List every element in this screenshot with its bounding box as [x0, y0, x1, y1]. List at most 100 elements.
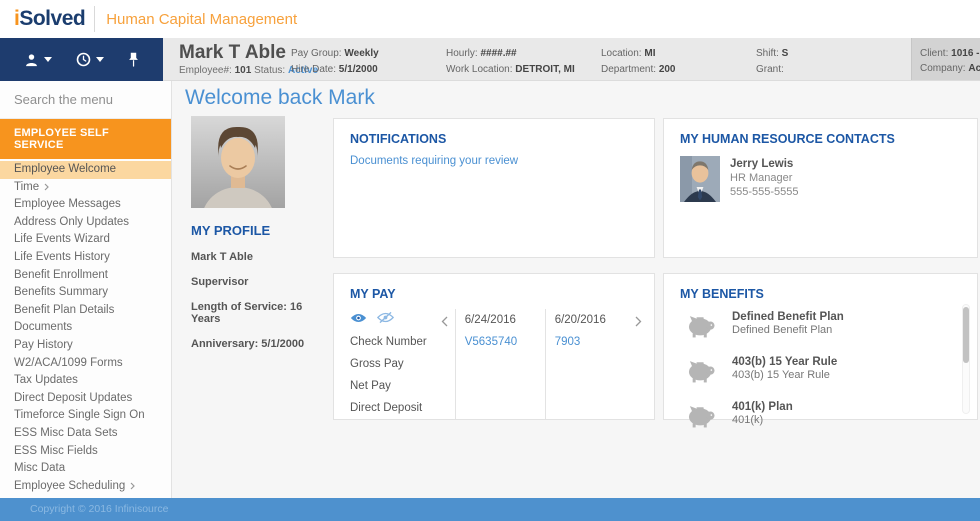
footer: Copyright © 2016 Infinisource: [0, 498, 980, 521]
client-value: 1016 - Acme16: [951, 48, 980, 59]
user-menu-button[interactable]: [24, 53, 52, 67]
benefits-scrollbar: [962, 304, 970, 414]
caret-down-icon: [96, 57, 104, 62]
pay-row-label: Check Number: [350, 331, 441, 353]
pay-row-label: Direct Deposit: [350, 397, 441, 419]
sidebar-menu: Employee Welcome Time Employee Messages …: [0, 159, 171, 495]
field-value: ####.##: [480, 48, 516, 59]
field-label: Department:: [601, 64, 656, 75]
profile-anniversary: Anniversary: 5/1/2000: [191, 338, 331, 350]
field-value: 200: [659, 64, 676, 75]
my-pay-card: MY PAY Check Number Gross Pay Net Pay Di…: [333, 273, 655, 420]
contact-name: Jerry Lewis: [730, 157, 799, 171]
sidebar-item-w2-aca-1099-forms[interactable]: W2/ACA/1099 Forms: [0, 355, 171, 373]
search-input[interactable]: [14, 92, 152, 107]
profile-photo: [191, 116, 285, 208]
client-label: Client:: [920, 48, 948, 59]
benefit-list: Defined Benefit Plan Defined Benefit Pla…: [664, 311, 977, 433]
client-company-box: Client: 1016 - Acme16 Company: Acme16: [911, 38, 980, 80]
company-label: Company:: [920, 63, 966, 74]
documents-review-link[interactable]: Documents requiring your review: [350, 155, 518, 167]
pin-menu-button[interactable]: [128, 52, 139, 67]
benefit-desc: Defined Benefit Plan: [732, 324, 844, 337]
recent-menu-button[interactable]: [76, 52, 104, 67]
field-label: Location:: [601, 48, 642, 59]
benefit-name: Defined Benefit Plan: [732, 311, 844, 324]
field-value: S: [782, 48, 789, 59]
scrollbar-thumb[interactable]: [963, 307, 969, 363]
employee-number-label: Employee#:: [179, 65, 232, 76]
field-value: MI: [644, 48, 655, 59]
show-values-eye-icon[interactable]: [350, 311, 367, 329]
sidebar-item-life-events-wizard[interactable]: Life Events Wizard: [0, 231, 171, 249]
hr-contacts-card: MY HUMAN RESOURCE CONTACTS Jerry Lewis H…: [663, 118, 978, 258]
sidebar-item-documents[interactable]: Documents: [0, 319, 171, 337]
my-benefits-card: MY BENEFITS Defined Benefit Plan Defined…: [663, 273, 978, 420]
logo-rest: Solved: [19, 7, 85, 30]
status-label: Status:: [254, 65, 285, 76]
sidebar-item-address-only-updates[interactable]: Address Only Updates: [0, 214, 171, 232]
check-number-link[interactable]: 7903: [555, 331, 635, 353]
pay-row-label: Net Pay: [350, 375, 441, 397]
sidebar-item-employee-messages[interactable]: Employee Messages: [0, 196, 171, 214]
sidebar-item-timeforce-single-sign-on[interactable]: Timeforce Single Sign On: [0, 407, 171, 425]
sidebar-item-ess-misc-fields[interactable]: ESS Misc Fields: [0, 443, 171, 461]
menu-search: [0, 81, 171, 119]
app-header: iSolved Human Capital Management: [0, 0, 980, 38]
company-value: Acme16: [968, 63, 980, 74]
header-col-hourly: Hourly: ####.## Work Location: DETROIT, …: [446, 46, 601, 80]
sidebar-item-benefit-plan-details[interactable]: Benefit Plan Details: [0, 302, 171, 320]
copyright-text: Copyright © 2016 Infinisource: [30, 503, 168, 515]
sidebar-item-life-events-history[interactable]: Life Events History: [0, 249, 171, 267]
benefit-item-401k-plan[interactable]: 401(k) Plan 401(k): [686, 401, 947, 433]
hide-values-eye-slash-icon[interactable]: [377, 311, 394, 329]
field-label: Shift:: [756, 48, 779, 59]
sidebar-item-pay-history[interactable]: Pay History: [0, 337, 171, 355]
page-title: Welcome back Mark: [185, 86, 375, 110]
caret-down-icon: [44, 57, 52, 62]
sidebar-item-tax-updates[interactable]: Tax Updates: [0, 372, 171, 390]
benefit-item-defined-benefit-plan[interactable]: Defined Benefit Plan Defined Benefit Pla…: [686, 311, 947, 343]
field-value: Weekly: [344, 48, 378, 59]
pay-grid: Check Number Gross Pay Net Pay Direct De…: [350, 309, 648, 419]
header-col-location: Location: MI Department: 200: [601, 46, 756, 80]
sidebar-item-misc-data[interactable]: Misc Data: [0, 460, 171, 478]
benefit-name: 401(k) Plan: [732, 401, 793, 414]
check-number-link[interactable]: V5635740: [465, 331, 545, 353]
sidebar-item-time[interactable]: Time: [0, 179, 171, 197]
benefit-item-403b-15-year-rule[interactable]: 403(b) 15 Year Rule 403(b) 15 Year Rule: [686, 356, 947, 388]
my-profile-title: MY PROFILE: [191, 223, 331, 238]
employee-meta: Employee#: 101 Status: Active: [179, 65, 291, 76]
chevron-right-icon: [130, 482, 135, 490]
sidebar-item-benefit-enrollment[interactable]: Benefit Enrollment: [0, 267, 171, 285]
piggy-bank-icon: [686, 401, 718, 433]
sidebar-item-employee-welcome[interactable]: Employee Welcome: [0, 161, 171, 179]
sidebar-item-benefits-summary[interactable]: Benefits Summary: [0, 284, 171, 302]
main-content: Welcome back Mark MY PROFILE Mark T Able…: [172, 81, 980, 498]
sidebar-item-employee-scheduling[interactable]: Employee Scheduling: [0, 478, 171, 496]
field-label: Grant:: [756, 64, 784, 75]
piggy-bank-icon: [686, 356, 718, 388]
sidebar-item-direct-deposit-updates[interactable]: Direct Deposit Updates: [0, 390, 171, 408]
my-pay-title: MY PAY: [334, 274, 654, 301]
pay-date: 6/24/2016: [465, 309, 545, 331]
pay-column: 6/24/2016 V5635740: [455, 309, 545, 419]
pay-prev-chevron[interactable]: [441, 309, 454, 419]
my-profile-section: MY PROFILE Mark T Able Supervisor Length…: [191, 116, 331, 350]
sidebar-nav: EMPLOYEE SELF SERVICE Employee Welcome T…: [0, 81, 172, 498]
header-col-shift: Shift: S Grant:: [756, 46, 911, 80]
pay-next-chevron[interactable]: [635, 309, 648, 419]
piggy-bank-icon: [686, 311, 718, 343]
sidebar-section-employee-self-service[interactable]: EMPLOYEE SELF SERVICE: [0, 119, 171, 159]
chevron-right-icon: [44, 183, 49, 191]
contact-phone: 555-555-5555: [730, 185, 799, 199]
benefit-name: 403(b) 15 Year Rule: [732, 356, 837, 369]
field-label: Work Location:: [446, 64, 513, 75]
pay-column: 6/20/2016 7903: [545, 309, 635, 419]
user-icon: [24, 53, 39, 67]
field-value: 5/1/2000: [339, 64, 378, 75]
profile-name: Mark T Able: [191, 251, 331, 263]
benefit-desc: 401(k): [732, 414, 793, 427]
notifications-card: NOTIFICATIONS Documents requiring your r…: [333, 118, 655, 258]
sidebar-item-ess-misc-data-sets[interactable]: ESS Misc Data Sets: [0, 425, 171, 443]
